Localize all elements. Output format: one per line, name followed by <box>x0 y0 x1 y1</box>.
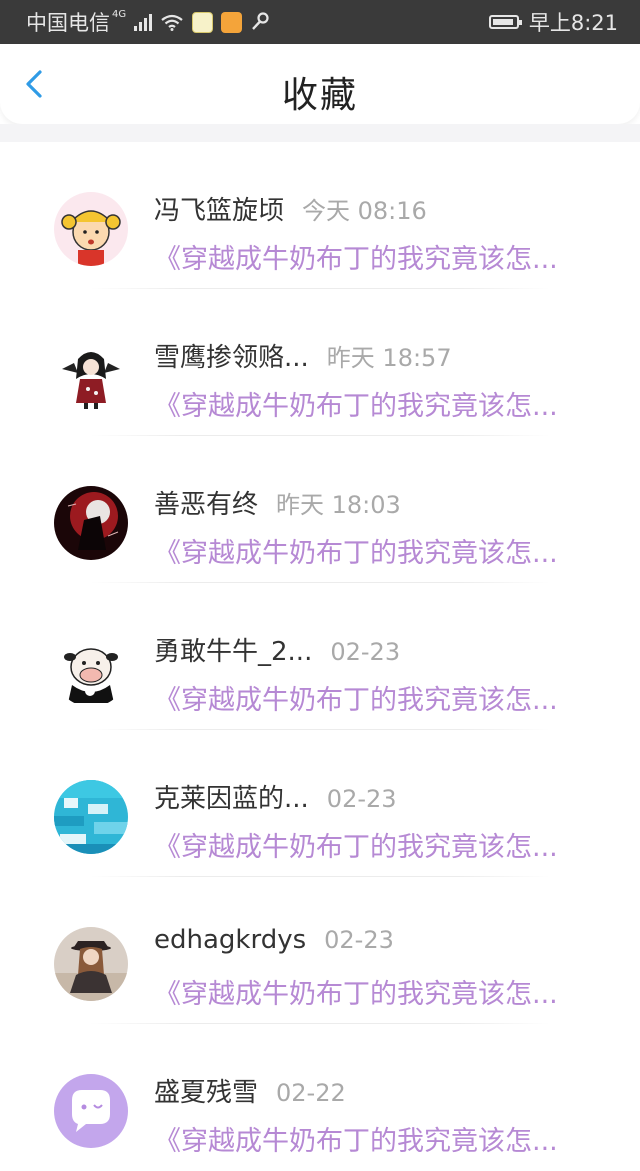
user-name: 盛夏残雪 <box>154 1078 259 1108</box>
item-title-row: edhagkrdys 02-23 <box>154 925 394 955</box>
list-item[interactable]: 善恶有终 昨天 18:03 《穿越成牛奶布丁的我究竟该怎... <box>0 436 640 583</box>
network-type-label: 4G <box>112 8 127 20</box>
clock-label: 早上8:21 <box>528 11 618 35</box>
item-preview[interactable]: 《穿越成牛奶布丁的我究竟该怎... <box>154 384 558 423</box>
avatar[interactable] <box>54 633 128 707</box>
user-name: 冯飞篮旋顷 <box>154 196 285 226</box>
item-title-row: 善恶有终 昨天 18:03 <box>154 484 401 521</box>
status-right: 早上8:21 <box>488 7 618 37</box>
user-name: 雪鹰掺领赂... <box>154 343 309 373</box>
page-title: 收藏 <box>281 75 358 116</box>
carrier-label: 中国电信 <box>26 11 110 35</box>
avatar[interactable] <box>54 486 128 560</box>
header-separator <box>0 124 640 142</box>
item-preview[interactable]: 《穿越成牛奶布丁的我究竟该怎... <box>154 1119 558 1158</box>
item-title-row: 盛夏残雪 02-22 <box>154 1072 346 1109</box>
list-item[interactable]: 勇敢牛牛_2... 02-23 《穿越成牛奶布丁的我究竟该怎... <box>0 583 640 730</box>
timestamp: 02-22 <box>276 1079 346 1107</box>
timestamp: 昨天 18:57 <box>326 344 452 372</box>
list-item[interactable]: 雪鹰掺领赂... 昨天 18:57 《穿越成牛奶布丁的我究竟该怎... <box>0 289 640 436</box>
app-notification-icon <box>221 11 243 33</box>
avatar[interactable] <box>54 927 128 1001</box>
avatar[interactable] <box>54 339 128 413</box>
timestamp: 昨天 18:03 <box>276 491 401 519</box>
signal-icon <box>134 13 153 31</box>
timestamp: 02-23 <box>330 638 401 666</box>
page-header: 收藏 <box>0 44 640 124</box>
wifi-icon <box>161 14 183 31</box>
status-bar: 中国电信 4G 早上8:21 <box>0 0 640 44</box>
item-title-row: 冯飞篮旋顷 今天 08:16 <box>154 190 427 227</box>
user-name: 善恶有终 <box>154 490 259 520</box>
app-notification-icon <box>192 11 214 33</box>
item-title-row: 勇敢牛牛_2... 02-23 <box>154 631 400 668</box>
timestamp: 02-23 <box>324 926 394 954</box>
item-preview[interactable]: 《穿越成牛奶布丁的我究竟该怎... <box>154 972 558 1011</box>
item-preview[interactable]: 《穿越成牛奶布丁的我究竟该怎... <box>154 678 558 717</box>
item-title-row: 克莱因蓝的... 02-23 <box>154 778 397 815</box>
avatar[interactable] <box>54 1074 128 1148</box>
list-item[interactable]: edhagkrdys 02-23 《穿越成牛奶布丁的我究竟该怎... <box>0 877 640 1024</box>
avatar[interactable] <box>54 192 128 266</box>
list-item[interactable]: 克莱因蓝的... 02-23 《穿越成牛奶布丁的我究竟该怎... <box>0 730 640 877</box>
list-item[interactable]: 盛夏残雪 02-22 《穿越成牛奶布丁的我究竟该怎... <box>0 1024 640 1171</box>
battery-icon <box>488 15 522 29</box>
item-title-row: 雪鹰掺领赂... 昨天 18:57 <box>154 337 452 374</box>
avatar[interactable] <box>54 780 128 854</box>
timestamp: 02-23 <box>326 785 397 813</box>
item-preview[interactable]: 《穿越成牛奶布丁的我究竟该怎... <box>154 825 558 864</box>
list-item[interactable]: 冯飞篮旋顷 今天 08:16 《穿越成牛奶布丁的我究竟该怎... <box>0 142 640 289</box>
favorites-list: 冯飞篮旋顷 今天 08:16 《穿越成牛奶布丁的我究竟该怎... 雪鹰掺领赂...… <box>0 142 640 1171</box>
timestamp: 今天 08:16 <box>302 197 427 225</box>
user-name: edhagkrdys <box>154 925 307 955</box>
key-icon <box>252 12 269 30</box>
status-left: 中国电信 4G <box>26 7 270 37</box>
user-name: 勇敢牛牛_2... <box>154 637 313 667</box>
user-name: 克莱因蓝的... <box>154 784 309 814</box>
item-preview[interactable]: 《穿越成牛奶布丁的我究竟该怎... <box>154 531 558 570</box>
item-preview[interactable]: 《穿越成牛奶布丁的我究竟该怎... <box>154 237 558 276</box>
